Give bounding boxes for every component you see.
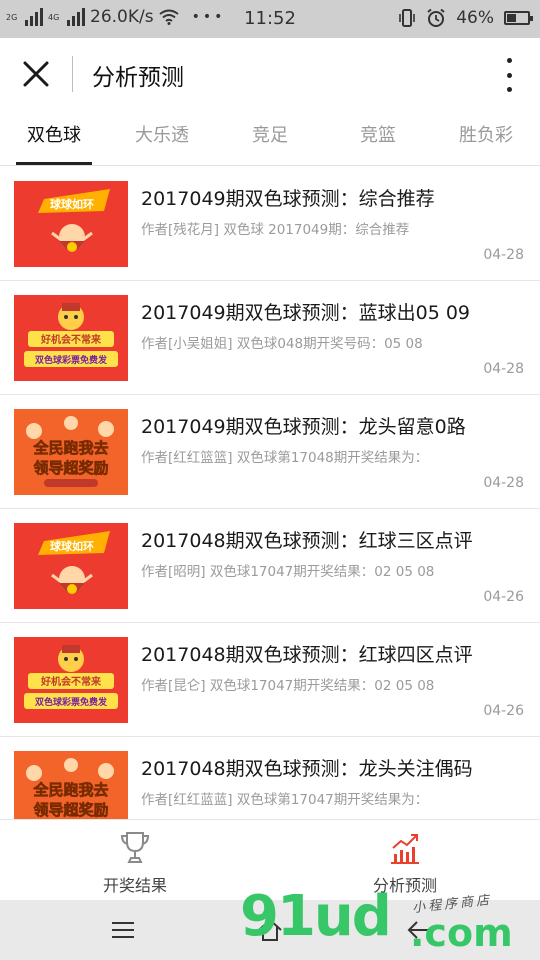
thumbnail-text: 全民跑我去	[32, 439, 108, 457]
status-bar: 2G 4G 26.0K/s ••• 11:52 46%	[0, 0, 540, 38]
thumbnail-text: 好机会不常来	[40, 333, 102, 346]
bottom-nav-label: 开奖结果	[102, 876, 167, 895]
article-thumbnail: 全民跑我去 领导超奖励	[14, 751, 128, 819]
article-title: 2017048期双色球预测：红球三区点评	[141, 530, 473, 552]
article-title: 2017048期双色球预测：红球四区点评	[141, 644, 473, 666]
close-icon[interactable]	[20, 58, 52, 90]
watermark: 91ud 小程序商店 .com	[240, 885, 540, 960]
article-item[interactable]: 好机会不常来 双色球彩票免费发 2017049期双色球预测：蓝球出05 09 作…	[0, 281, 540, 395]
thumbnail-text-2: 双色球彩票免费发	[35, 354, 108, 366]
article-title: 2017049期双色球预测：龙头留意0路	[141, 416, 466, 438]
article-summary: 作者[红红蓝蓝] 双色球第17047期开奖结果为：	[141, 792, 429, 808]
article-summary: 作者[红红篮篮] 双色球第17048期开奖结果为：	[141, 450, 429, 466]
tab-bar: 双色球 大乐透 竞足 竞篮 胜负彩	[0, 110, 540, 166]
article-thumbnail: 全民跑我去 领导超奖励	[14, 409, 128, 495]
article-summary: 作者[残花月] 双色球 2017049期：综合推荐	[141, 222, 410, 238]
title-bar: 分析预测	[0, 38, 540, 110]
article-title: 2017049期双色球预测：综合推荐	[141, 188, 435, 210]
article-date: 04-28	[483, 361, 524, 377]
tab-shuangseqiu[interactable]: 双色球	[0, 110, 108, 166]
article-thumbnail: 球球如环	[14, 523, 128, 609]
title-divider	[72, 56, 73, 92]
article-date: 04-28	[483, 475, 524, 491]
battery-percent: 46%	[456, 8, 494, 28]
article-item[interactable]: 好机会不常来 双色球彩票免费发 2017048期双色球预测：红球四区点评 作者[…	[0, 623, 540, 737]
bottom-nav-kaijiang[interactable]: 开奖结果	[0, 820, 270, 901]
menu-icon[interactable]	[108, 915, 138, 945]
article-thumbnail: 好机会不常来 双色球彩票免费发	[14, 295, 128, 381]
article-date: 04-26	[483, 703, 524, 719]
article-thumbnail: 球球如环	[14, 181, 128, 267]
article-thumbnail: 好机会不常来 双色球彩票免费发	[14, 637, 128, 723]
page-title: 分析预测	[92, 65, 184, 91]
article-summary: 作者[小吴姐姐] 双色球048期开奖号码：05 08	[141, 336, 423, 352]
trophy-icon	[120, 832, 150, 863]
article-date: 04-28	[483, 247, 524, 263]
tab-active-indicator	[16, 162, 92, 165]
status-right: 46%	[398, 8, 533, 28]
tab-jinglan[interactable]: 竞篮	[324, 110, 432, 166]
battery-icon	[504, 11, 533, 25]
watermark-logo: 91ud	[240, 884, 392, 949]
thumbnail-text-2: 领导超奖励	[32, 459, 108, 477]
article-list: 球球如环 2017049期双色球预测：综合推荐 作者[残花月] 双色球 2017…	[0, 167, 540, 819]
thumbnail-text: 球球如环	[50, 539, 94, 553]
tab-jingzu[interactable]: 竞足	[216, 110, 324, 166]
trend-chart-icon	[391, 834, 419, 864]
more-vertical-icon[interactable]	[504, 58, 514, 92]
article-item[interactable]: 全民跑我去 领导超奖励 2017049期双色球预测：龙头留意0路 作者[红红篮篮…	[0, 395, 540, 509]
alarm-icon	[427, 8, 445, 27]
article-title: 2017048期双色球预测：龙头关注偶码	[141, 758, 473, 780]
watermark-suffix: .com	[410, 911, 513, 955]
tab-daletou[interactable]: 大乐透	[108, 110, 216, 166]
article-summary: 作者[昭明] 双色球17047期开奖结果：02 05 08	[141, 564, 435, 580]
tab-shengfucai[interactable]: 胜负彩	[432, 110, 540, 166]
thumbnail-text-2: 双色球彩票免费发	[35, 696, 108, 708]
thumbnail-text: 球球如环	[50, 197, 94, 211]
article-item[interactable]: 球球如环 2017049期双色球预测：综合推荐 作者[残花月] 双色球 2017…	[0, 167, 540, 281]
article-item[interactable]: 全民跑我去 领导超奖励 2017048期双色球预测：龙头关注偶码 作者[红红蓝蓝…	[0, 737, 540, 819]
thumbnail-text: 好机会不常来	[40, 675, 102, 688]
article-summary: 作者[昆仑] 双色球17047期开奖结果：02 05 08	[141, 678, 435, 694]
article-date: 04-26	[483, 589, 524, 605]
thumbnail-text: 全民跑我去	[32, 781, 108, 799]
article-item[interactable]: 球球如环 2017048期双色球预测：红球三区点评 作者[昭明] 双色球1704…	[0, 509, 540, 623]
thumbnail-text-2: 领导超奖励	[32, 801, 108, 819]
article-title: 2017049期双色球预测：蓝球出05 09	[141, 302, 471, 324]
vibrate-icon	[399, 9, 416, 27]
